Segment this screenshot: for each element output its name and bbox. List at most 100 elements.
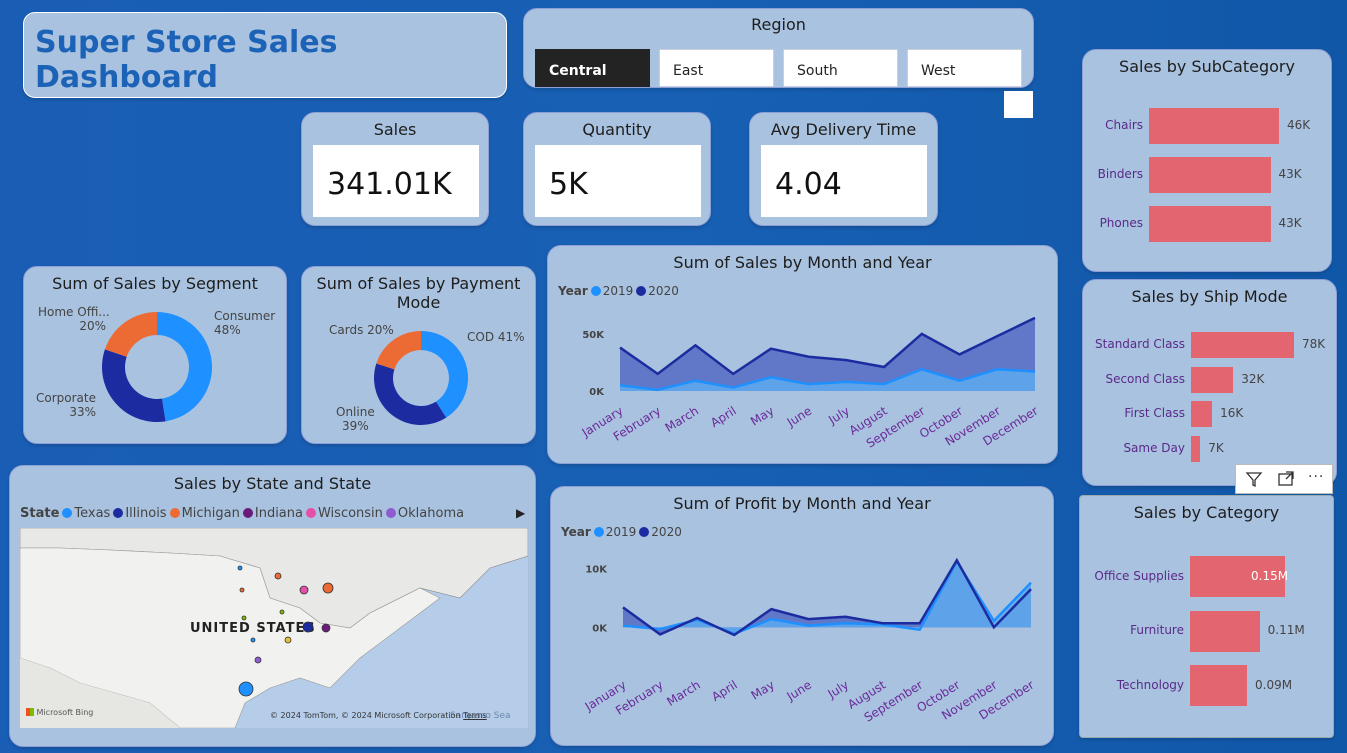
map-title: Sales by State and State	[173, 474, 372, 493]
kpi-quantity-value: 5K	[535, 145, 701, 217]
sales-month-legend: Year 2019 2020	[558, 284, 679, 298]
x-tick-label: June	[784, 678, 814, 704]
x-tick-label: April	[709, 678, 740, 704]
legend-dot-2020	[636, 286, 647, 296]
donut-slice-online[interactable]	[374, 363, 447, 425]
subcat-title: Sales by SubCategory	[1119, 57, 1295, 76]
bar-label: Binders	[1097, 167, 1143, 181]
region-option-east[interactable]: East	[659, 49, 774, 87]
kpi-sales-label: Sales	[373, 120, 417, 139]
region-option-west[interactable]: West	[907, 49, 1022, 87]
bar[interactable]	[1149, 206, 1271, 242]
focus-mode-icon[interactable]	[1276, 469, 1296, 489]
bar[interactable]	[1149, 157, 1271, 193]
profit-month-card: Sum of Profit by Month and Year Year 2019…	[550, 486, 1054, 746]
map-footer: Microsoft Bing © 2024 TomTom, © 2024 Mic…	[20, 706, 528, 728]
region-option-south[interactable]: South	[783, 49, 898, 87]
donut-slice-cod[interactable]	[421, 331, 468, 418]
legend-dot-2019	[590, 286, 601, 296]
map-state-bubble[interactable]	[241, 615, 247, 621]
bar-value: 32K	[1241, 371, 1265, 386]
payment-card: Sum of Sales by Payment Mode COD 41% Car…	[301, 266, 536, 444]
more-options-icon[interactable]: ···	[1308, 469, 1324, 485]
kpi-quantity-label: Quantity	[582, 120, 652, 139]
payment-donut[interactable]	[374, 331, 468, 425]
title-card: Super Store Sales Dashboard	[23, 12, 507, 98]
bar[interactable]	[1149, 108, 1279, 144]
dashboard-title: Super Store Sales Dashboard	[35, 25, 338, 95]
shipmode-card: Sales by Ship Mode Standard Class 78K Seco…	[1082, 279, 1337, 486]
segment-donut[interactable]	[102, 312, 212, 422]
segment-card: Sum of Sales by Segment Consumer 48% Home…	[23, 266, 287, 444]
x-tick-label: March	[664, 678, 702, 709]
donut-slice-consumer[interactable]	[157, 312, 212, 422]
bar-label: Same Day	[1123, 440, 1185, 455]
bar[interactable]	[1191, 401, 1213, 427]
x-tick-label: July	[825, 404, 852, 428]
payment-label-cards: Cards 20%	[329, 323, 394, 337]
legend-dot-2019	[593, 527, 604, 537]
bar[interactable]	[1190, 665, 1247, 706]
y-tick-label: 50K	[582, 330, 605, 341]
payment-title: Sum of Sales by Payment Mode	[316, 274, 521, 312]
map-legend-item[interactable]: Indiana	[240, 506, 303, 521]
bar-value: 43K	[1278, 167, 1302, 181]
bar-value: 16K	[1220, 406, 1244, 420]
bar-label: Standard Class	[1095, 337, 1185, 351]
map-legend-item[interactable]: Texas	[59, 506, 110, 521]
map-country-label: UNITED STATES	[190, 621, 316, 636]
bar-label: Phones	[1099, 216, 1143, 230]
map-state-bubble[interactable]	[321, 623, 331, 633]
x-tick-label: May	[748, 678, 776, 703]
profit-month-chart[interactable]: 10K0KJanuaryFebruaryMarch April May June Jul…	[551, 547, 1051, 743]
kpi-delivery-card: Avg Delivery Time 4.04	[749, 112, 938, 226]
donut-slice-corporate[interactable]	[102, 349, 166, 422]
map-state-bubble[interactable]	[238, 681, 254, 697]
map-legend-next-icon[interactable]: ▶	[516, 506, 525, 520]
map-legend-title: State	[20, 506, 60, 521]
x-tick-label: March	[663, 404, 701, 435]
bar-value: 7K	[1208, 440, 1224, 455]
bar-label: Technology	[1116, 677, 1184, 692]
map-legend-item[interactable]: Illinois	[110, 506, 167, 521]
map-state-bubble[interactable]	[299, 585, 309, 595]
map-state-bubble[interactable]	[237, 565, 243, 571]
kpi-delivery-label: Avg Delivery Time	[770, 120, 917, 139]
bar-label: Office Supplies	[1094, 568, 1184, 583]
map-view[interactable]: UNITED STATESSargasso Sea	[20, 528, 528, 728]
bar[interactable]	[1191, 332, 1294, 358]
map-legend-item[interactable]: Michigan	[167, 506, 240, 521]
map-state-bubble[interactable]	[274, 572, 282, 580]
map-legend-item[interactable]: Oklahoma	[383, 506, 464, 521]
kpi-sales-card: Sales 341.01K	[301, 112, 489, 226]
map-state-bubble[interactable]	[322, 582, 334, 594]
terms-link[interactable]: Terms	[463, 711, 487, 720]
kpi-delivery-value: 4.04	[761, 145, 927, 217]
map-state-bubble[interactable]	[239, 587, 245, 593]
filter-icon[interactable]	[1244, 469, 1264, 489]
segment-title: Sum of Sales by Segment	[52, 274, 258, 293]
profit-month-legend: Year 2019 2020	[561, 525, 682, 539]
sales-month-chart[interactable]: 50K0KJanuaryFebruary March April May June Jul…	[548, 301, 1056, 461]
visual-header: ···	[1235, 464, 1333, 494]
bar[interactable]	[1191, 366, 1234, 393]
map-attribution: © 2024 TomTom, © 2024 Microsoft Corporat…	[270, 711, 487, 720]
map-state-bubble[interactable]	[254, 656, 262, 664]
map-state-bubble[interactable]	[284, 636, 292, 644]
map-state-bubble[interactable]	[302, 621, 314, 633]
donut-slice-homeoffi[interactable]	[104, 312, 157, 357]
bar[interactable]	[1191, 435, 1201, 462]
region-option-central[interactable]: Central	[535, 49, 650, 87]
map-legend-item[interactable]: Wisconsin	[303, 506, 383, 521]
bar[interactable]	[1190, 610, 1260, 652]
y-tick-label: 10K	[585, 565, 608, 576]
kpi-quantity-card: Quantity 5K	[523, 112, 711, 226]
bar-value: 46K	[1287, 118, 1311, 132]
legend-dot-2020	[639, 527, 650, 537]
map-state-bubble[interactable]	[250, 637, 256, 643]
payment-label-online: Online 39%	[336, 405, 375, 433]
x-tick-label: June	[784, 404, 814, 430]
map-state-bubble[interactable]	[279, 609, 285, 615]
bar-label: Second Class	[1105, 371, 1185, 386]
blank-square	[1004, 91, 1033, 118]
